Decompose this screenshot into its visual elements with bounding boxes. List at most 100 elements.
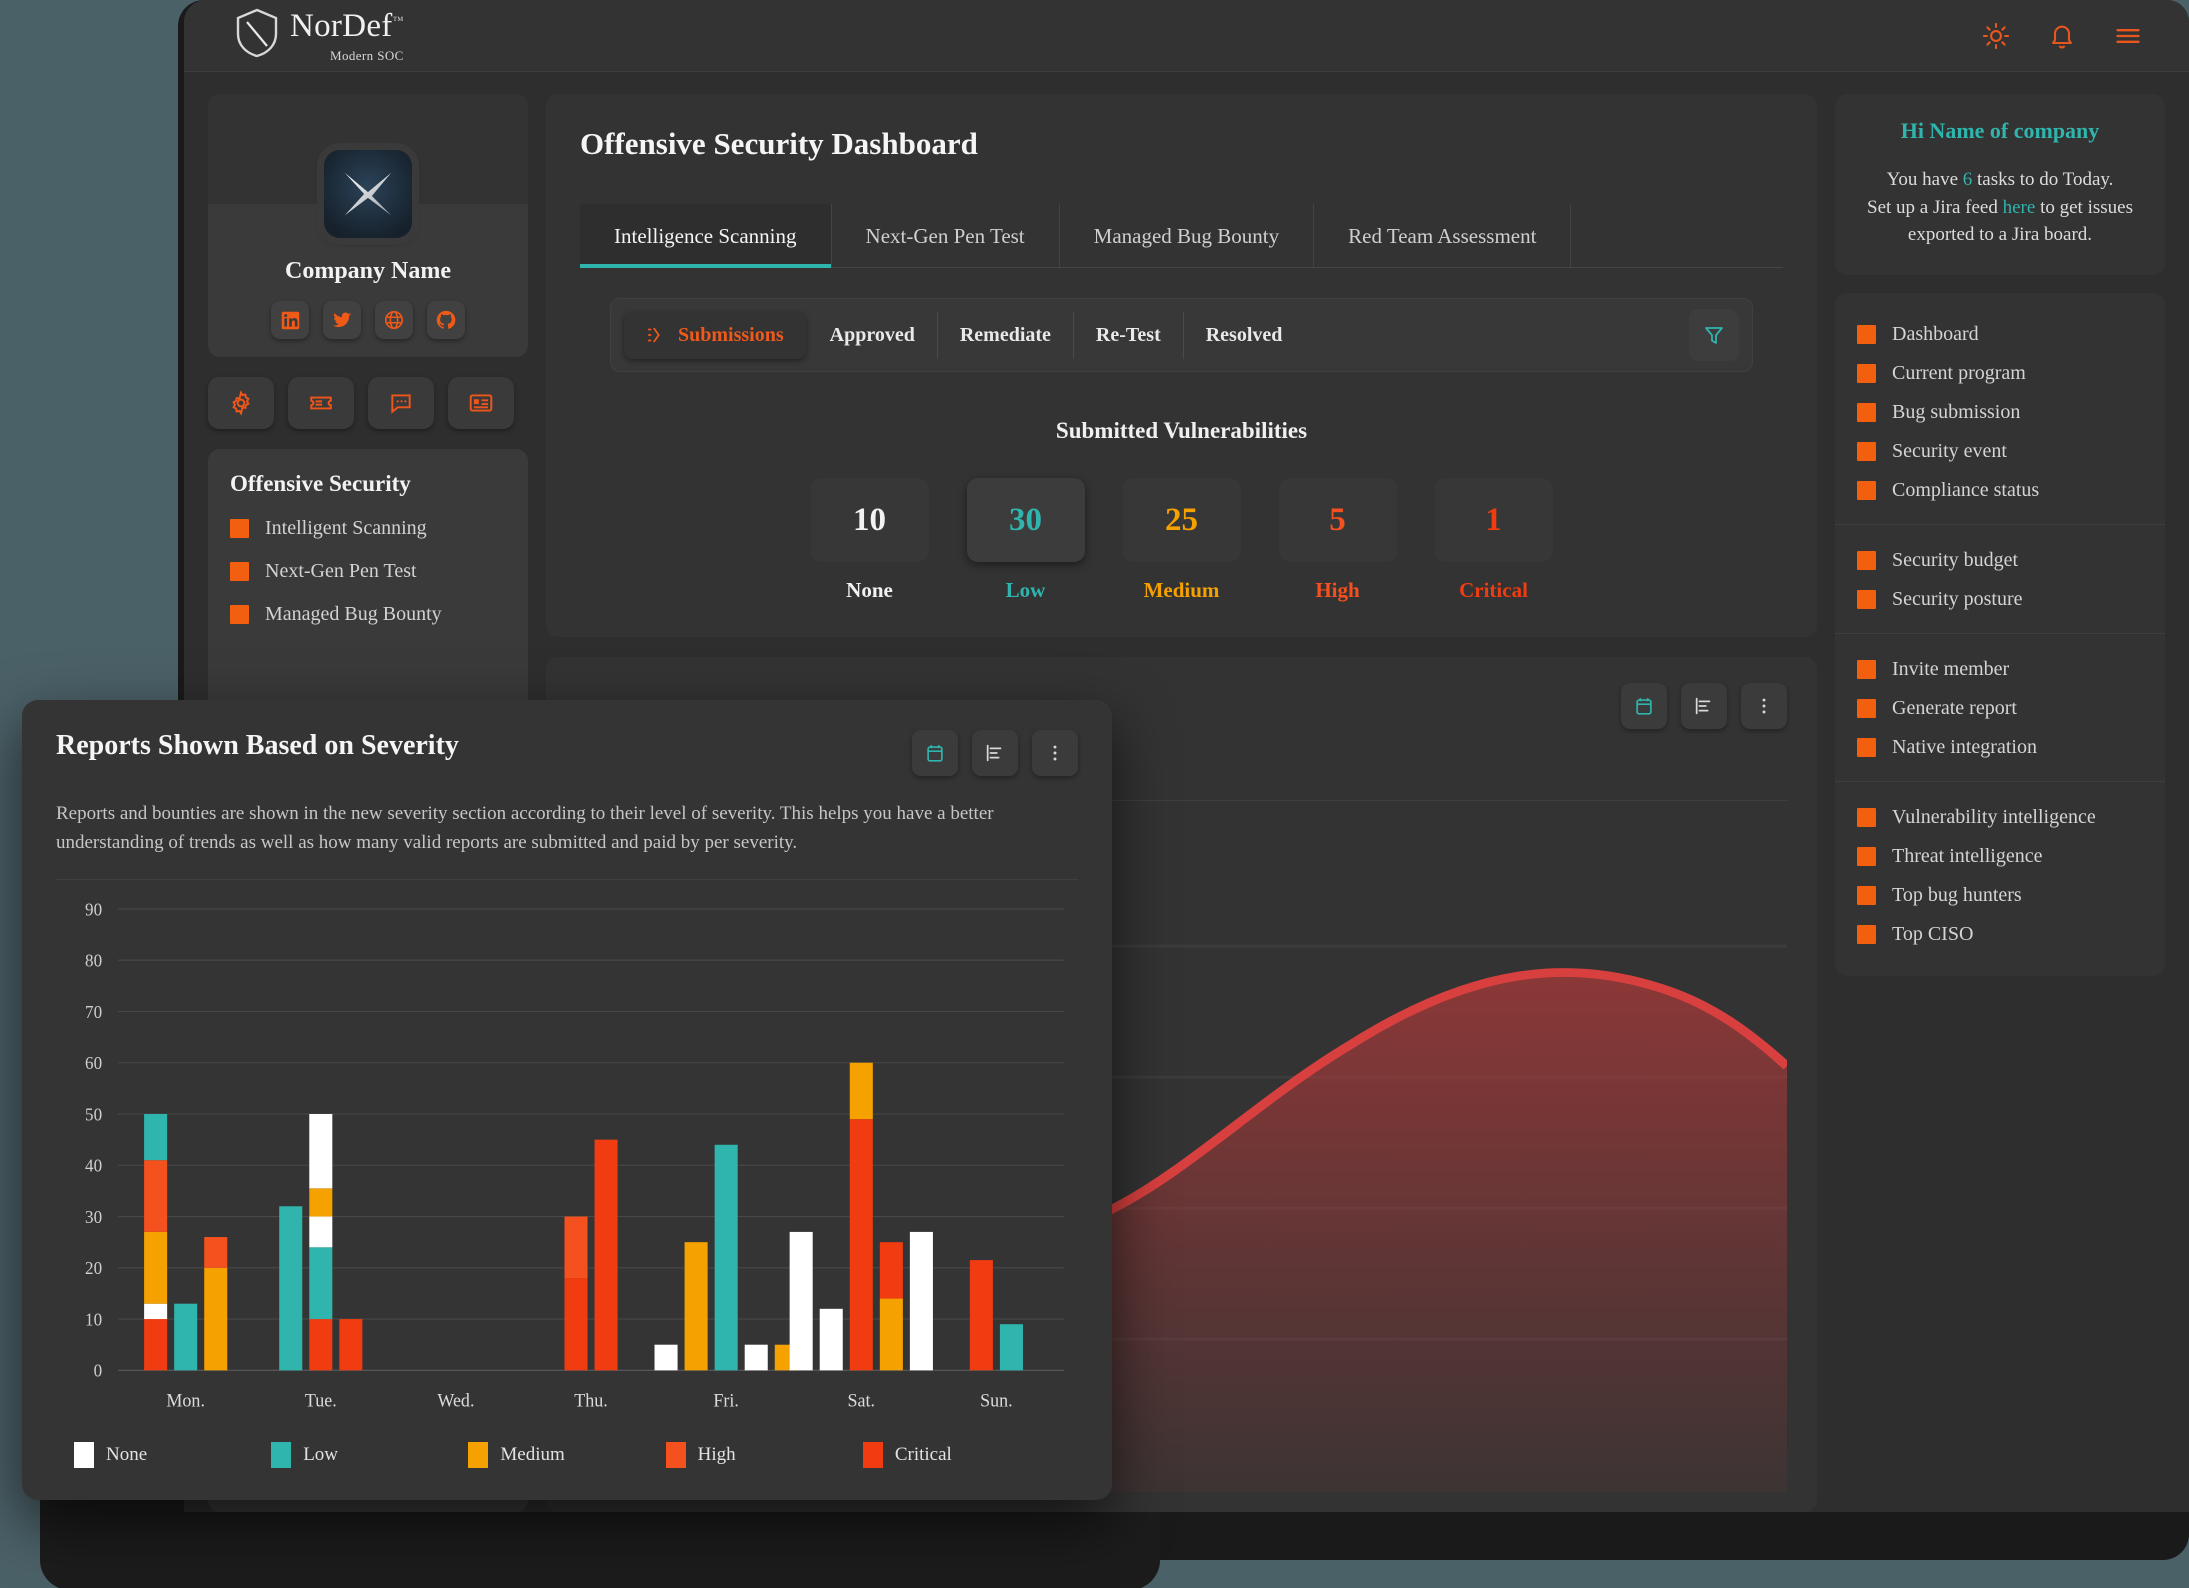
pill-remediate[interactable]: Remediate	[938, 311, 1074, 359]
svg-text:Tue.: Tue.	[305, 1390, 337, 1412]
top-bar-actions	[1981, 21, 2143, 51]
legend-label: High	[697, 1444, 736, 1465]
twitter-icon[interactable]	[323, 301, 361, 339]
severity-reports-actions	[1621, 683, 1787, 729]
nav-item-invite-member[interactable]: Invite member	[1835, 650, 2165, 689]
nav-item-vulnerability-intelligence[interactable]: Vulnerability intelligence	[1835, 798, 2165, 837]
legend-swatch-icon	[271, 1442, 292, 1468]
nav-item-current-program[interactable]: Current program	[1835, 354, 2165, 393]
offsec-item-label: Next-Gen Pen Test	[265, 560, 417, 582]
nav-item-security-event[interactable]: Security event	[1835, 432, 2165, 471]
settings-icon[interactable]	[208, 377, 274, 429]
kebab-menu-icon[interactable]	[1741, 683, 1787, 729]
bar-chart-icon[interactable]	[1681, 683, 1727, 729]
quick-actions	[208, 377, 528, 429]
rail-nav: Dashboard Current program Bug submission	[1835, 292, 2165, 976]
tab-label: Next-Gen Pen Test	[865, 224, 1025, 248]
modal-title: Reports Shown Based on Severity	[56, 730, 459, 761]
github-icon[interactable]	[427, 301, 465, 339]
modal-header: Reports Shown Based on Severity	[56, 730, 1078, 776]
svg-text:Sat.: Sat.	[848, 1390, 876, 1412]
nav-item-security-budget[interactable]: Security budget	[1835, 541, 2165, 580]
company-logo-icon	[344, 172, 392, 216]
nav-item-top-bug-hunters[interactable]: Top bug hunters	[1835, 876, 2165, 915]
bullet-square-icon	[1857, 659, 1876, 679]
bell-icon[interactable]	[2047, 21, 2077, 51]
nav-item-label: Current program	[1892, 361, 2026, 384]
avatar[interactable]	[324, 150, 412, 238]
pill-submissions[interactable]: Submissions	[624, 311, 806, 359]
legend-item-high: High	[665, 1442, 863, 1468]
pill-label: Remediate	[959, 323, 1051, 346]
severity-card-none[interactable]: 10 None	[810, 478, 929, 603]
tab-label: Managed Bug Bounty	[1093, 224, 1280, 248]
nav-item-label: Dashboard	[1892, 322, 1979, 345]
severity-card-low[interactable]: 30 Low	[966, 478, 1085, 603]
severity-card-critical[interactable]: 1 Critical	[1434, 478, 1553, 603]
calendar-icon[interactable]	[1621, 683, 1667, 729]
nav-item-label: Compliance status	[1892, 478, 2040, 501]
social-links	[208, 301, 528, 339]
severity-card-medium[interactable]: 25 Medium	[1122, 478, 1241, 603]
legend-item-none: None	[74, 1442, 271, 1468]
legend-item-low: Low	[271, 1442, 468, 1468]
tab-next-gen-pen-test[interactable]: Next-Gen Pen Test	[832, 204, 1060, 267]
nav-group-1: Dashboard Current program Bug submission	[1835, 311, 2165, 514]
offensive-security-title: Offensive Security	[230, 471, 411, 496]
offsec-item-next-gen-pen-test[interactable]: Next-Gen Pen Test	[230, 560, 506, 583]
kebab-menu-icon[interactable]	[1032, 730, 1078, 776]
svg-text:Wed.: Wed.	[437, 1390, 474, 1412]
nav-item-label: Threat intelligence	[1892, 844, 2043, 867]
severity-label: Medium	[1143, 578, 1220, 602]
svg-text:Fri.: Fri.	[713, 1390, 739, 1412]
nav-group-3: Invite member Generate report Native int…	[1835, 632, 2165, 771]
offsec-item-label: Intelligent Scanning	[265, 517, 427, 539]
severity-value: 30	[1009, 501, 1042, 538]
offsec-item-intelligent-scanning[interactable]: Intelligent Scanning	[230, 517, 506, 540]
chat-icon[interactable]	[368, 377, 434, 429]
pill-resolved[interactable]: Resolved	[1184, 312, 1305, 359]
shield-icon	[234, 7, 280, 59]
bullet-square-icon	[1857, 441, 1876, 461]
tab-managed-bug-bounty[interactable]: Managed Bug Bounty	[1060, 204, 1315, 267]
nav-item-label: Native integration	[1892, 735, 2037, 758]
nav-item-threat-intelligence[interactable]: Threat intelligence	[1835, 837, 2165, 876]
severity-value: 5	[1329, 501, 1346, 538]
bullet-square-icon	[230, 519, 249, 538]
submissions-icon	[646, 325, 666, 345]
linkedin-icon[interactable]	[271, 301, 309, 339]
severity-label: Critical	[1459, 578, 1528, 602]
nav-item-compliance-status[interactable]: Compliance status	[1835, 471, 2165, 510]
nav-item-native-integration[interactable]: Native integration	[1835, 728, 2165, 767]
hamburger-icon[interactable]	[2113, 21, 2143, 51]
bar-chart-icon[interactable]	[972, 730, 1018, 776]
pill-approved[interactable]: Approved	[808, 311, 938, 359]
nav-item-security-posture[interactable]: Security posture	[1835, 580, 2165, 619]
nav-item-dashboard[interactable]: Dashboard	[1835, 315, 2165, 354]
nav-item-generate-report[interactable]: Generate report	[1835, 689, 2165, 728]
ticket-icon[interactable]	[288, 377, 354, 429]
filter-icon[interactable]	[1689, 309, 1739, 361]
submissions-panel: Submissions Approved Remediate Re-Test R…	[580, 268, 1783, 637]
right-rail: Hi Name of company You have 6 tasks to d…	[1835, 94, 2165, 1512]
sun-icon[interactable]	[1981, 21, 2011, 51]
svg-text:60: 60	[85, 1053, 102, 1074]
offsec-item-managed-bug-bounty[interactable]: Managed Bug Bounty	[230, 603, 506, 626]
jira-feed-link[interactable]: here	[2003, 197, 2036, 218]
pill-re-test[interactable]: Re-Test	[1074, 311, 1184, 359]
legend-swatch-icon	[74, 1442, 94, 1468]
brand-logo[interactable]: NorDef™ Modern SOC	[234, 7, 404, 64]
modal-description: Reports and bounties are shown in the ne…	[56, 803, 994, 853]
nav-group-2: Security budget Security posture	[1835, 523, 2165, 623]
nav-item-top-ciso[interactable]: Top CISO	[1835, 915, 2165, 954]
globe-icon[interactable]	[375, 301, 413, 339]
severity-cards: 10 None 30 Low 25 Medium 5 High 1 Critic…	[610, 478, 1753, 603]
severity-reports-modal: Reports Shown Based on Severity Reports …	[22, 700, 1112, 1500]
nav-item-bug-submission[interactable]: Bug submission	[1835, 393, 2165, 432]
severity-card-high[interactable]: 5 High	[1278, 478, 1397, 603]
id-card-icon[interactable]	[448, 377, 514, 429]
tab-red-team-assessment[interactable]: Red Team Assessment	[1314, 204, 1572, 267]
tab-label: Red Team Assessment	[1348, 224, 1537, 248]
calendar-icon[interactable]	[912, 730, 958, 776]
tab-intelligence-scanning[interactable]: Intelligence Scanning	[580, 204, 832, 268]
